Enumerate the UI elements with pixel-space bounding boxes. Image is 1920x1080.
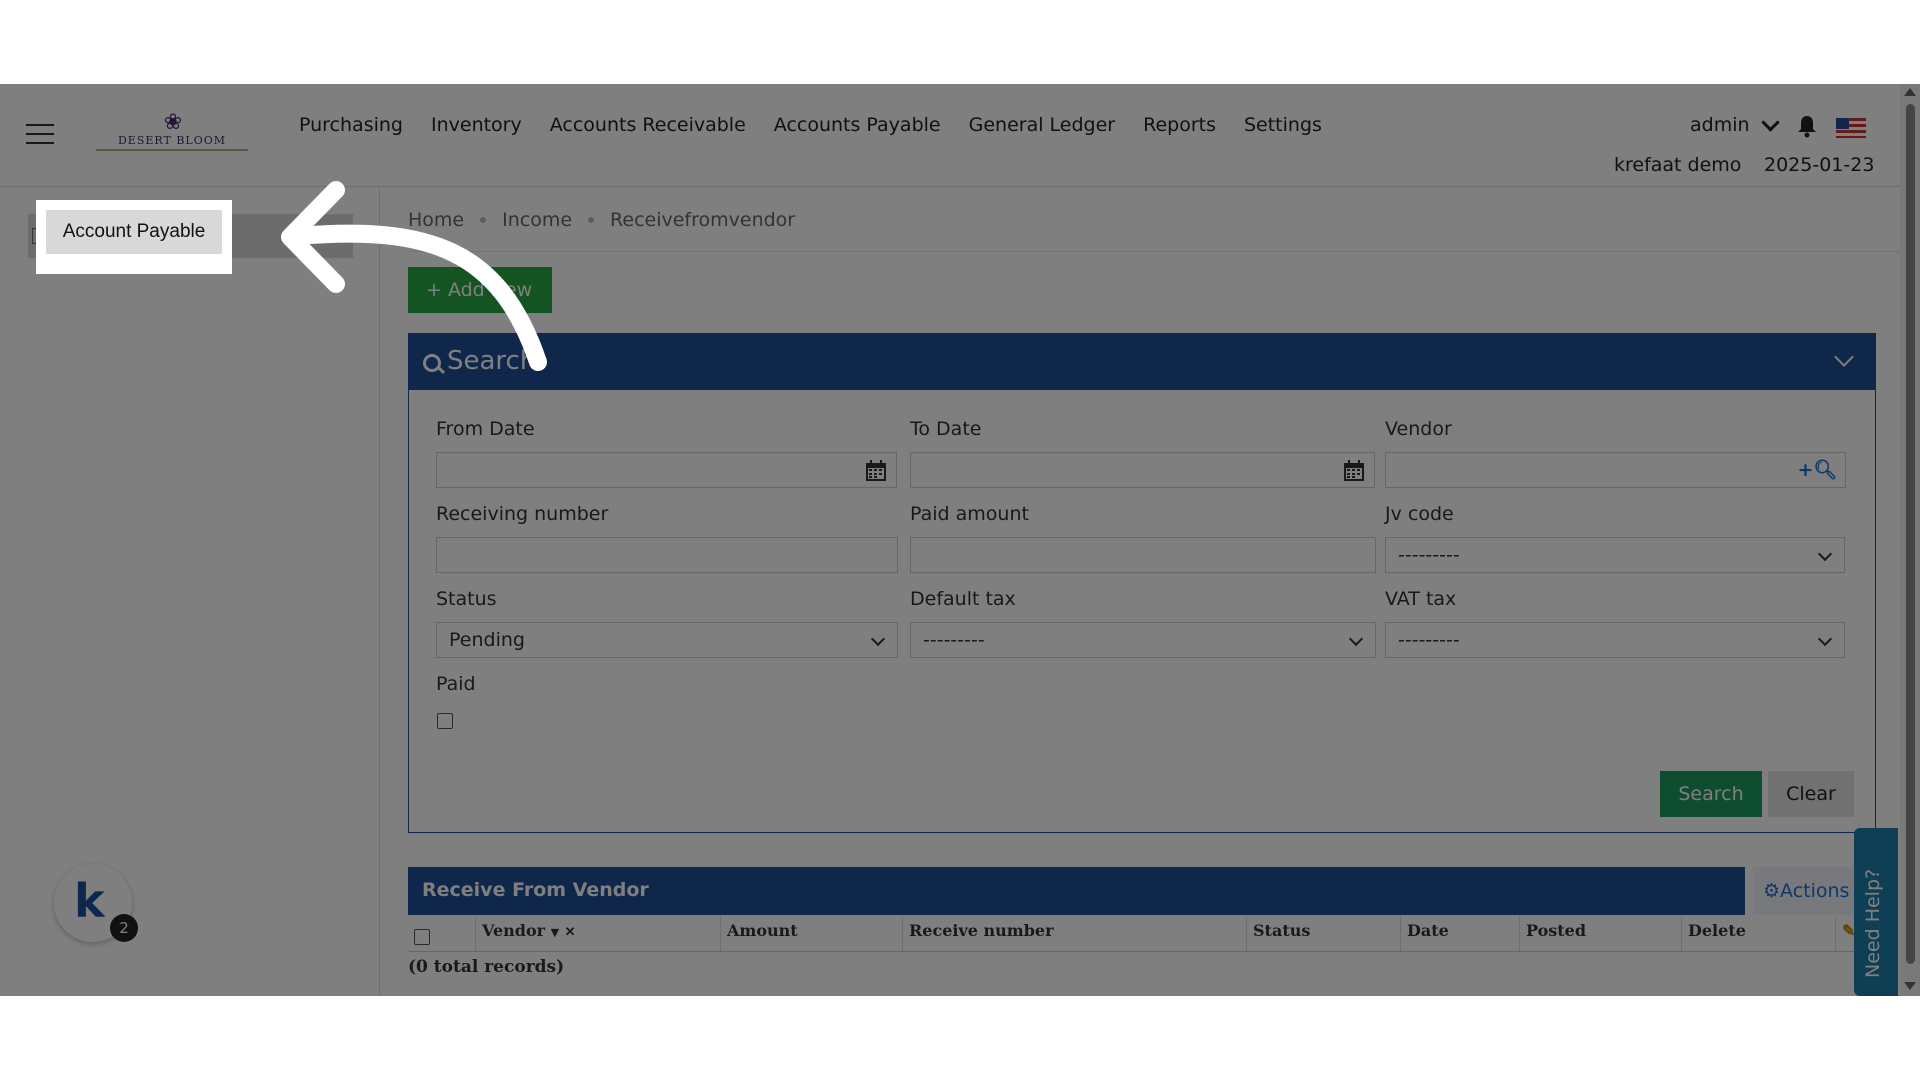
- current-date: 2025-01-23: [1764, 154, 1875, 176]
- add-new-button[interactable]: + Add New: [408, 267, 552, 313]
- results-header: Receive From Vendor: [408, 867, 1745, 915]
- vendor-input[interactable]: [1385, 452, 1791, 488]
- column-amount[interactable]: Amount: [721, 917, 903, 951]
- main-nav: Purchasing Inventory Accounts Receivable…: [299, 114, 1322, 136]
- breadcrumb-home[interactable]: Home: [408, 209, 464, 231]
- top-navbar: ❀ DESERT BLOOM Purchasing Inventory Acco…: [0, 84, 1900, 187]
- vendor-label: Vendor: [1385, 418, 1452, 440]
- clear-button[interactable]: Clear: [1768, 771, 1854, 817]
- column-receive-number[interactable]: Receive number: [903, 917, 1247, 951]
- company-name: krefaat demo: [1614, 154, 1742, 176]
- paid-amount-label: Paid amount: [910, 503, 1029, 525]
- column-delete[interactable]: Delete: [1682, 917, 1836, 951]
- vendor-add-search-button[interactable]: +🔍︎: [1790, 452, 1846, 488]
- calendar-icon: [866, 460, 886, 481]
- nav-general-ledger[interactable]: General Ledger: [969, 114, 1115, 136]
- scroll-down-icon[interactable]: [1904, 982, 1916, 990]
- highlighted-account-payable-item[interactable]: Account Payable: [46, 210, 222, 254]
- need-help-label: Need Help?: [1862, 868, 1884, 978]
- actions-label: Actions: [1780, 880, 1850, 902]
- breadcrumb: Home Income Receivefromvendor: [408, 209, 795, 231]
- nav-purchasing[interactable]: Purchasing: [299, 114, 403, 136]
- status-value: Pending: [449, 629, 525, 651]
- gear-icon: ⚙: [1763, 880, 1781, 902]
- search-panel-header[interactable]: Search: [409, 334, 1875, 390]
- receiving-number-label: Receiving number: [436, 503, 609, 525]
- app-window: ❀ DESERT BLOOM Purchasing Inventory Acco…: [0, 84, 1920, 996]
- column-status[interactable]: Status: [1247, 917, 1401, 951]
- us-flag-icon[interactable]: [1836, 118, 1866, 138]
- to-date-label: To Date: [910, 418, 982, 440]
- page-scrollbar[interactable]: [1900, 84, 1920, 996]
- column-vendor[interactable]: Vendor ▼ ✕: [476, 917, 721, 951]
- nav-accounts-payable[interactable]: Accounts Payable: [774, 114, 941, 136]
- from-date-label: From Date: [436, 418, 535, 440]
- results-table-header: Vendor ▼ ✕ Amount Receive number Status …: [408, 917, 1874, 952]
- default-tax-select[interactable]: ---------: [910, 622, 1376, 658]
- search-panel-title: Search: [447, 346, 537, 376]
- receiving-number-input[interactable]: [436, 537, 898, 573]
- breadcrumb-income[interactable]: Income: [502, 209, 572, 231]
- from-date-calendar-button[interactable]: [855, 452, 897, 488]
- search-icon: [423, 354, 441, 372]
- nav-reports[interactable]: Reports: [1143, 114, 1216, 136]
- from-date-input[interactable]: [436, 452, 856, 488]
- paid-label: Paid: [436, 673, 476, 695]
- chat-widget[interactable]: k 2: [54, 864, 138, 942]
- paid-checkbox[interactable]: [437, 713, 453, 729]
- select-all-cell: [408, 917, 476, 951]
- nav-inventory[interactable]: Inventory: [431, 114, 522, 136]
- search-panel: Search From Date To Date Vendor +🔍︎ Rece…: [408, 333, 1876, 833]
- to-date-input[interactable]: [910, 452, 1334, 488]
- sidebar: k 2: [0, 187, 380, 996]
- company-logo[interactable]: ❀ DESERT BLOOM: [96, 112, 248, 152]
- main-content: Home Income Receivefromvendor + Add New …: [380, 187, 1900, 996]
- chevron-down-icon: [1760, 112, 1780, 132]
- jv-code-label: Jv code: [1385, 503, 1454, 525]
- select-all-checkbox[interactable]: [414, 929, 430, 945]
- flower-logo-icon: ❀: [163, 110, 183, 135]
- user-menu[interactable]: admin: [1690, 112, 1783, 136]
- default-tax-value: ---------: [923, 629, 985, 651]
- need-help-tab[interactable]: Need Help?: [1854, 828, 1898, 996]
- user-name: admin: [1690, 114, 1750, 136]
- default-tax-label: Default tax: [910, 588, 1016, 610]
- sort-desc-icon[interactable]: ▼: [551, 926, 559, 939]
- column-date[interactable]: Date: [1401, 917, 1520, 951]
- calendar-icon: [1344, 460, 1364, 481]
- column-vendor-label: Vendor: [482, 921, 546, 940]
- divider: [408, 251, 1900, 252]
- status-select[interactable]: Pending: [436, 622, 898, 658]
- k-logo-icon: k: [74, 874, 105, 928]
- results-title: Receive From Vendor: [422, 879, 649, 901]
- remove-sort-icon[interactable]: ✕: [565, 925, 576, 940]
- scroll-up-icon[interactable]: [1904, 88, 1916, 96]
- hamburger-menu-icon[interactable]: [26, 124, 54, 144]
- vat-tax-label: VAT tax: [1385, 588, 1457, 610]
- scrollbar-thumb[interactable]: [1906, 104, 1915, 964]
- total-records-text: (0 total records): [408, 957, 565, 977]
- notification-count-badge: 2: [110, 914, 138, 942]
- nav-settings[interactable]: Settings: [1244, 114, 1322, 136]
- chevron-down-icon[interactable]: [1834, 347, 1854, 367]
- vat-tax-select[interactable]: ---------: [1385, 622, 1845, 658]
- bell-icon[interactable]: [1796, 114, 1818, 138]
- logo-text: DESERT BLOOM: [96, 134, 248, 151]
- tutorial-highlight-box[interactable]: Account Payable: [36, 200, 232, 274]
- nav-accounts-receivable[interactable]: Accounts Receivable: [550, 114, 746, 136]
- to-date-calendar-button[interactable]: [1333, 452, 1375, 488]
- vat-tax-value: ---------: [1398, 629, 1460, 651]
- paid-amount-input[interactable]: [910, 537, 1376, 573]
- jv-code-value: ---------: [1398, 544, 1460, 566]
- status-label: Status: [436, 588, 497, 610]
- column-posted[interactable]: Posted: [1520, 917, 1682, 951]
- jv-code-select[interactable]: ---------: [1385, 537, 1845, 573]
- breadcrumb-separator: [588, 217, 595, 223]
- breadcrumb-separator: [480, 217, 487, 223]
- search-button[interactable]: Search: [1660, 771, 1762, 817]
- breadcrumb-current: Receivefromvendor: [610, 209, 796, 231]
